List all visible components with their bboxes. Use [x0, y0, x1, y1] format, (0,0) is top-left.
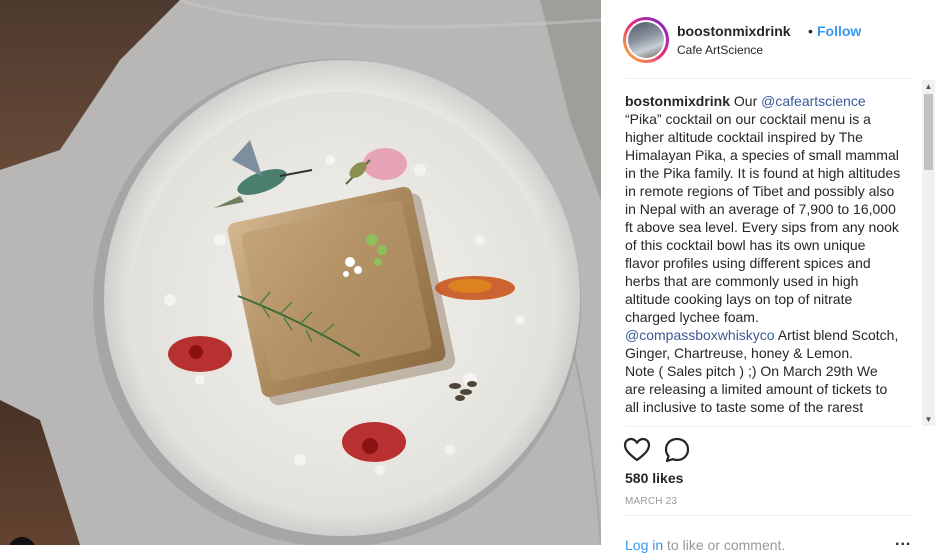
scroll-down-arrow[interactable]: ▼ [922, 413, 935, 426]
post-header: boostonmixdrink • Follow Cafe ArtScience [623, 17, 913, 77]
more-options-icon[interactable]: ... [895, 532, 911, 550]
post-date[interactable]: MARCH 23 [625, 496, 677, 507]
post-side-panel: boostonmixdrink • Follow Cafe ArtScience… [601, 0, 935, 553]
login-link[interactable]: Log in [625, 537, 663, 553]
caption-text: bostonmixdrink Our @cafeartscience “Pika… [625, 92, 901, 416]
post-location[interactable]: Cafe ArtScience [677, 43, 763, 57]
login-prompt: Log in to like or comment. [625, 537, 785, 553]
likes-count[interactable]: 580 likes [625, 470, 683, 486]
footer-divider [625, 515, 912, 516]
post-username[interactable]: boostonmixdrink [677, 23, 791, 39]
caption-text-1: Our [730, 93, 762, 109]
heart-icon[interactable] [623, 436, 651, 464]
caption-area: bostonmixdrink Our @cafeartscience “Pika… [625, 80, 935, 426]
comment-icon[interactable] [663, 436, 691, 464]
caption-text-2: “Pika” cocktail on our cocktail menu is … [625, 111, 901, 325]
avatar-frame [626, 20, 666, 60]
avatar[interactable] [623, 17, 669, 63]
header-divider [625, 78, 912, 79]
header-separator: • [808, 23, 813, 39]
caption-username[interactable]: bostonmixdrink [625, 93, 730, 109]
caption-mention-cafeartscience[interactable]: @cafeartscience [761, 93, 865, 109]
cocktail-photo [0, 0, 601, 545]
scroll-up-arrow[interactable]: ▲ [922, 80, 935, 93]
follow-button[interactable]: Follow [817, 23, 861, 39]
post-image[interactable] [0, 0, 601, 545]
actions-divider [625, 426, 912, 427]
avatar-image [628, 22, 664, 58]
caption-mention-compassbox[interactable]: @compassboxwhiskyco [625, 327, 775, 343]
scroll-thumb[interactable] [924, 94, 933, 170]
caption-scrollbar[interactable]: ▲ ▼ [922, 80, 935, 426]
login-prompt-text: to like or comment. [663, 537, 786, 553]
